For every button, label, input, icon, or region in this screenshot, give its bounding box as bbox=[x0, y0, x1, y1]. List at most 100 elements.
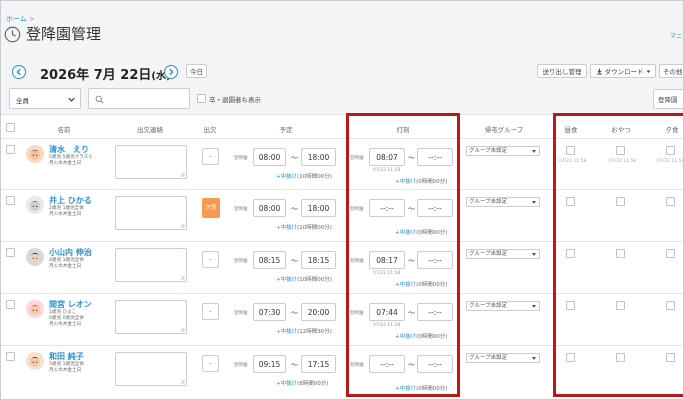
attendance-status[interactable]: - bbox=[202, 303, 219, 320]
lunch-checkbox[interactable] bbox=[566, 353, 575, 362]
row-checkbox[interactable] bbox=[6, 248, 15, 257]
group-select[interactable]: グループ未設定 bbox=[466, 249, 540, 259]
attendance-status[interactable]: - bbox=[202, 355, 219, 372]
plan-add-break[interactable]: +中抜け(8時間00分) bbox=[276, 379, 328, 387]
dinner-checkbox[interactable] bbox=[666, 249, 675, 258]
plan-out-time[interactable]: 18:15 bbox=[301, 251, 336, 269]
group-select[interactable]: グループ未設定 bbox=[466, 301, 540, 311]
plan-out-time[interactable]: 18:00 bbox=[301, 148, 336, 166]
contact-textarea[interactable] bbox=[115, 248, 187, 282]
attendance-status[interactable]: 欠席 bbox=[202, 198, 220, 218]
lunch-checkbox[interactable] bbox=[566, 197, 575, 206]
dinner-checkbox[interactable] bbox=[666, 197, 675, 206]
breadcrumb-home[interactable]: ホーム bbox=[6, 15, 27, 23]
plan-in-time[interactable]: 09:15 bbox=[253, 355, 286, 373]
row-checkbox[interactable] bbox=[6, 196, 15, 205]
stamp-label: 登降園 bbox=[350, 156, 364, 161]
dinner-checkbox[interactable] bbox=[666, 146, 675, 155]
send-off-button[interactable]: 送り出し管理 bbox=[537, 64, 587, 78]
plan-out-time[interactable]: 20:00 bbox=[301, 303, 336, 321]
search-input[interactable] bbox=[88, 88, 190, 109]
child-name[interactable]: 清水 えり bbox=[49, 144, 89, 155]
plan-out-time[interactable]: 17:15 bbox=[301, 355, 336, 373]
plan-in-time[interactable]: 08:00 bbox=[253, 199, 286, 217]
resize-grip-icon[interactable] bbox=[180, 172, 185, 177]
other-button[interactable]: その他 bbox=[659, 64, 683, 78]
dinner-checkbox[interactable] bbox=[666, 301, 675, 310]
select-all-checkbox[interactable] bbox=[6, 123, 15, 132]
class-select[interactable]: 全員 bbox=[9, 88, 81, 109]
row-checkbox[interactable] bbox=[6, 300, 15, 309]
snack-checkbox[interactable] bbox=[616, 197, 625, 206]
snack-checkbox[interactable] bbox=[616, 353, 625, 362]
download-button[interactable]: ダウンロード bbox=[590, 64, 656, 78]
plan-in-time[interactable]: 08:15 bbox=[253, 251, 286, 269]
contact-textarea[interactable] bbox=[115, 300, 187, 334]
stamp-tilde: 〜 bbox=[408, 257, 415, 265]
stamp-out-time[interactable]: --:-- bbox=[417, 355, 453, 373]
dinner-checkbox[interactable] bbox=[666, 353, 675, 362]
plan-add-break[interactable]: +中抜け(10時間00分) bbox=[276, 275, 332, 283]
group-select[interactable]: グループ未設定 bbox=[466, 197, 540, 207]
stamp-in-time[interactable]: 07:44 bbox=[369, 303, 405, 321]
contact-textarea[interactable] bbox=[115, 352, 187, 386]
stamp-in-time[interactable]: 08:17 bbox=[369, 251, 405, 269]
plan-add-break[interactable]: +中抜け(10時間00分) bbox=[276, 172, 332, 180]
contact-textarea[interactable] bbox=[115, 196, 187, 230]
stamp-out-time[interactable]: --:-- bbox=[417, 148, 453, 166]
col-snack: おやつ bbox=[611, 126, 631, 134]
stamp-out-time[interactable]: --:-- bbox=[417, 199, 453, 217]
register-button[interactable]: 登降園 bbox=[653, 89, 683, 109]
child-face-icon bbox=[29, 357, 41, 367]
plan-add-break[interactable]: +中抜け(10時間00分) bbox=[276, 223, 332, 231]
child-meta: 4歳児 1歳児全体 月火水木金土日 bbox=[49, 258, 84, 270]
table-row: 小山内 伸治 4歳児 1歳児全体 月火水木金土日 - 登降園 08:15 〜 18… bbox=[1, 241, 683, 293]
snack-checkbox[interactable] bbox=[616, 249, 625, 258]
stamp-add-break[interactable]: +中抜け(0時間00分) bbox=[395, 228, 447, 236]
child-name[interactable]: 和田 純子 bbox=[49, 351, 84, 362]
stamp-in-time[interactable]: 08:07 bbox=[369, 148, 405, 166]
today-button[interactable]: 今日 bbox=[186, 64, 207, 78]
child-name[interactable]: 小山内 伸治 bbox=[49, 247, 92, 258]
resize-grip-icon[interactable] bbox=[180, 327, 185, 332]
snack-checkbox[interactable] bbox=[616, 301, 625, 310]
stamp-add-break[interactable]: +中抜け(0時間00分) bbox=[395, 384, 447, 392]
stamp-duration: (0時間00分) bbox=[416, 386, 448, 392]
include-withdrawn-checkbox[interactable] bbox=[197, 94, 206, 103]
attendance-status[interactable]: - bbox=[202, 148, 219, 165]
plan-out-time[interactable]: 18:00 bbox=[301, 199, 336, 217]
lunch-checkbox[interactable] bbox=[566, 301, 575, 310]
plan-add-break[interactable]: +中抜け(12時間30分) bbox=[276, 327, 332, 335]
app-window: ホーム > 登降園管理 マニ 2026年 7月 22日(水) 今日 送り出し管理… bbox=[0, 0, 684, 400]
row-checkbox[interactable] bbox=[6, 352, 15, 361]
group-select[interactable]: グループ未設定 bbox=[466, 146, 540, 156]
prev-day-button[interactable] bbox=[12, 65, 26, 79]
resize-grip-icon[interactable] bbox=[180, 275, 185, 280]
resize-grip-icon[interactable] bbox=[180, 223, 185, 228]
stamp-in-time[interactable]: --:-- bbox=[369, 355, 405, 373]
stamp-in-time[interactable]: --:-- bbox=[369, 199, 405, 217]
group-select[interactable]: グループ未設定 bbox=[466, 353, 540, 363]
plan-in-time[interactable]: 07:30 bbox=[253, 303, 286, 321]
manual-link[interactable]: マニ bbox=[670, 31, 682, 40]
attendance-status[interactable]: - bbox=[202, 251, 219, 268]
plan-in-time[interactable]: 08:00 bbox=[253, 148, 286, 166]
plan-tilde: 〜 bbox=[291, 205, 298, 213]
col-attendance: 出欠 bbox=[203, 126, 217, 134]
lunch-checkbox[interactable] bbox=[566, 249, 575, 258]
add-break-label: +中抜け bbox=[276, 174, 298, 180]
resize-grip-icon[interactable] bbox=[180, 379, 185, 384]
stamp-out-time[interactable]: --:-- bbox=[417, 251, 453, 269]
stamp-add-break[interactable]: +中抜け(0時間00分) bbox=[395, 280, 447, 288]
snack-checkbox[interactable] bbox=[616, 146, 625, 155]
stamp-out-time[interactable]: --:-- bbox=[417, 303, 453, 321]
stamp-add-break[interactable]: +中抜け(0時間00分) bbox=[395, 332, 447, 340]
child-name[interactable]: 間宮 レオン bbox=[49, 299, 92, 310]
contact-textarea[interactable] bbox=[115, 145, 187, 179]
add-break-label: +中抜け bbox=[276, 277, 298, 283]
next-day-button[interactable] bbox=[164, 65, 178, 79]
child-name[interactable]: 井上 ひかる bbox=[49, 195, 92, 206]
lunch-checkbox[interactable] bbox=[566, 146, 575, 155]
row-checkbox[interactable] bbox=[6, 145, 15, 154]
stamp-add-break[interactable]: +中抜け(0時間00分) bbox=[395, 177, 447, 185]
